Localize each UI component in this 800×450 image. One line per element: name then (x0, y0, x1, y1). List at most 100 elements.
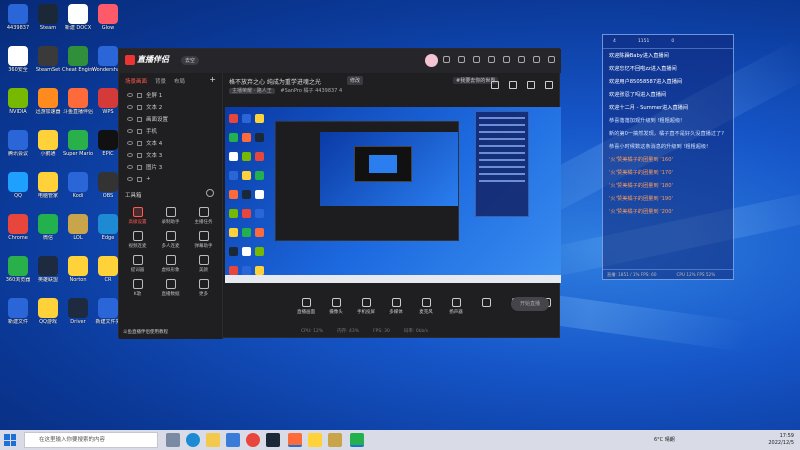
lock-icon[interactable] (137, 92, 142, 98)
lock-icon[interactable] (137, 140, 142, 146)
tool-button[interactable]: 弹幕助手 (187, 231, 220, 249)
lock-icon[interactable] (137, 104, 142, 110)
eye-icon[interactable] (127, 117, 133, 121)
desktop-icon[interactable]: 迅游加速器 (32, 88, 64, 115)
close-icon[interactable] (548, 56, 555, 63)
desktop-icon[interactable]: NVIDIA (2, 88, 34, 115)
desktop-icon[interactable]: SteamSet (32, 46, 64, 73)
desktop-icon[interactable]: Chrome (2, 214, 34, 241)
desktop-icon[interactable]: 4439837 (2, 4, 34, 31)
skin-icon[interactable] (443, 56, 450, 63)
desktop-icon[interactable]: QQ (2, 172, 34, 199)
live-assistant-window[interactable]: 直播伴侣 去空 场景画面 背景 布局 + 全屏 1 文本 2 画面设置 手机 文本 4 文… (118, 48, 561, 339)
desktop-icon[interactable]: 电脑管家 (32, 172, 64, 199)
tool-button[interactable]: 视频连麦 (121, 231, 154, 249)
control-button[interactable] (471, 297, 501, 315)
windows-start-icon[interactable] (4, 434, 16, 446)
desktop-icon[interactable]: Kodi (62, 172, 94, 199)
lock-icon[interactable] (137, 128, 142, 134)
control-button[interactable]: 扬声器 (441, 297, 471, 315)
scene-item[interactable]: 图片 3 (119, 161, 222, 173)
start-live-button[interactable]: 开始直播 (511, 297, 549, 311)
desktop-icon[interactable]: Steam (32, 4, 64, 31)
scene-item[interactable]: 全屏 1 (119, 89, 222, 101)
scene-item[interactable]: 文本 3 (119, 149, 222, 161)
lock-icon[interactable] (137, 116, 142, 122)
lol-icon[interactable] (328, 433, 342, 447)
desktop-icon[interactable]: QQ游戏 (32, 298, 64, 325)
desktop-icon[interactable]: 腾讯会议 (2, 130, 34, 157)
minimize-icon[interactable] (518, 56, 525, 63)
tool-button[interactable]: 录制助手 (154, 207, 187, 225)
scene-item[interactable]: 手机 (119, 125, 222, 137)
clock[interactable]: 17:59 2022/12/5 (768, 433, 794, 447)
eye-icon[interactable] (127, 141, 133, 145)
tool-button[interactable]: 美颜 (187, 255, 220, 273)
store-icon[interactable] (226, 433, 240, 447)
eye-icon[interactable] (127, 165, 133, 169)
tutorial-link[interactable]: 斗鱼直播伴侣使用教程 (123, 329, 168, 335)
tool-button[interactable]: 直播数据 (154, 279, 187, 297)
weather-widget[interactable]: 6°C 晴朗 (654, 436, 675, 443)
user-avatar[interactable] (425, 54, 438, 67)
desktop-icon[interactable]: 英雄联盟 (32, 256, 64, 283)
taskview-icon[interactable] (166, 433, 180, 447)
tab-layout[interactable]: 布局 (174, 77, 185, 85)
chrome-icon[interactable] (246, 433, 260, 447)
tool-button[interactable]: 提词器 (121, 255, 154, 273)
control-button[interactable]: 手机投屏 (351, 297, 381, 315)
wechat-icon[interactable] (350, 433, 364, 447)
lock-icon[interactable] (137, 176, 142, 182)
desktop-icon[interactable]: Cheat Engine (62, 46, 94, 73)
desktop-icon[interactable]: 新建 DOCX (62, 4, 94, 31)
edit-title-button[interactable]: 修改 (347, 76, 364, 85)
desktop-icon[interactable]: 360安全 (2, 46, 34, 73)
scene-item[interactable]: 文本 2 (119, 101, 222, 113)
desktop-icon[interactable]: Norton (62, 256, 94, 283)
scene-item[interactable]: 文本 4 (119, 137, 222, 149)
add-scene-button[interactable]: + (209, 76, 216, 85)
eye-icon[interactable] (127, 153, 133, 157)
file-explorer-icon[interactable] (206, 433, 220, 447)
lock-icon[interactable] (137, 152, 142, 158)
tool-button[interactable]: 高级设置 (121, 207, 154, 225)
desktop-icon[interactable]: LOL (62, 214, 94, 241)
desktop-icon[interactable]: 斗鱼直播伴侣 (62, 88, 94, 115)
settings-icon[interactable] (488, 56, 495, 63)
taskbar-search-input[interactable]: 在这里输入你要搜索的内容 (24, 432, 158, 448)
menu-icon[interactable] (503, 56, 510, 63)
desktop-icon[interactable]: 新建文件 (2, 298, 34, 325)
message-icon[interactable] (458, 56, 465, 63)
tool-button[interactable]: 主播任务 (187, 207, 220, 225)
scene-item[interactable]: 画面设置 (119, 113, 222, 125)
grid-icon[interactable] (527, 81, 535, 89)
gift-icon[interactable] (491, 81, 499, 89)
eye-icon[interactable] (127, 177, 133, 181)
tool-button[interactable]: 更多 (187, 279, 220, 297)
tool-button[interactable]: K歌 (121, 279, 154, 297)
tab-background[interactable]: 背景 (155, 77, 166, 85)
control-button[interactable]: 直播画面 (291, 297, 321, 315)
share-icon[interactable] (545, 81, 553, 89)
eye-icon[interactable] (127, 93, 133, 97)
steam-icon[interactable] (266, 433, 280, 447)
lock-icon[interactable] (137, 164, 142, 170)
tool-button[interactable]: 虚拟形象 (154, 255, 187, 273)
lock-icon[interactable] (509, 81, 517, 89)
control-button[interactable]: 麦克风 (411, 297, 441, 315)
scene-item[interactable]: + (119, 173, 222, 185)
eye-icon[interactable] (127, 105, 133, 109)
tool-button[interactable]: 多人连麦 (154, 231, 187, 249)
desktop-icon[interactable]: 微信 (32, 214, 64, 241)
mail-icon[interactable] (473, 56, 480, 63)
danmaku-overlay[interactable]: 4 1151 0 欢迎陈躁Baby进入直播间 欢迎忘忆不回啦zz进入直播间 欢迎用户… (602, 34, 734, 280)
norton-icon[interactable] (308, 433, 322, 447)
category-pill[interactable]: 主播荣耀 · 路人王 (229, 88, 275, 94)
desktop-icon[interactable]: Driver (62, 298, 94, 325)
live-assistant-taskbar-icon[interactable] (288, 433, 302, 447)
tab-scene[interactable]: 场景画面 (125, 77, 147, 85)
maximize-icon[interactable] (533, 56, 540, 63)
eye-icon[interactable] (127, 129, 133, 133)
desktop-icon[interactable]: Super Mario (62, 130, 94, 157)
desktop-icon[interactable]: 360浏览器 (2, 256, 34, 283)
